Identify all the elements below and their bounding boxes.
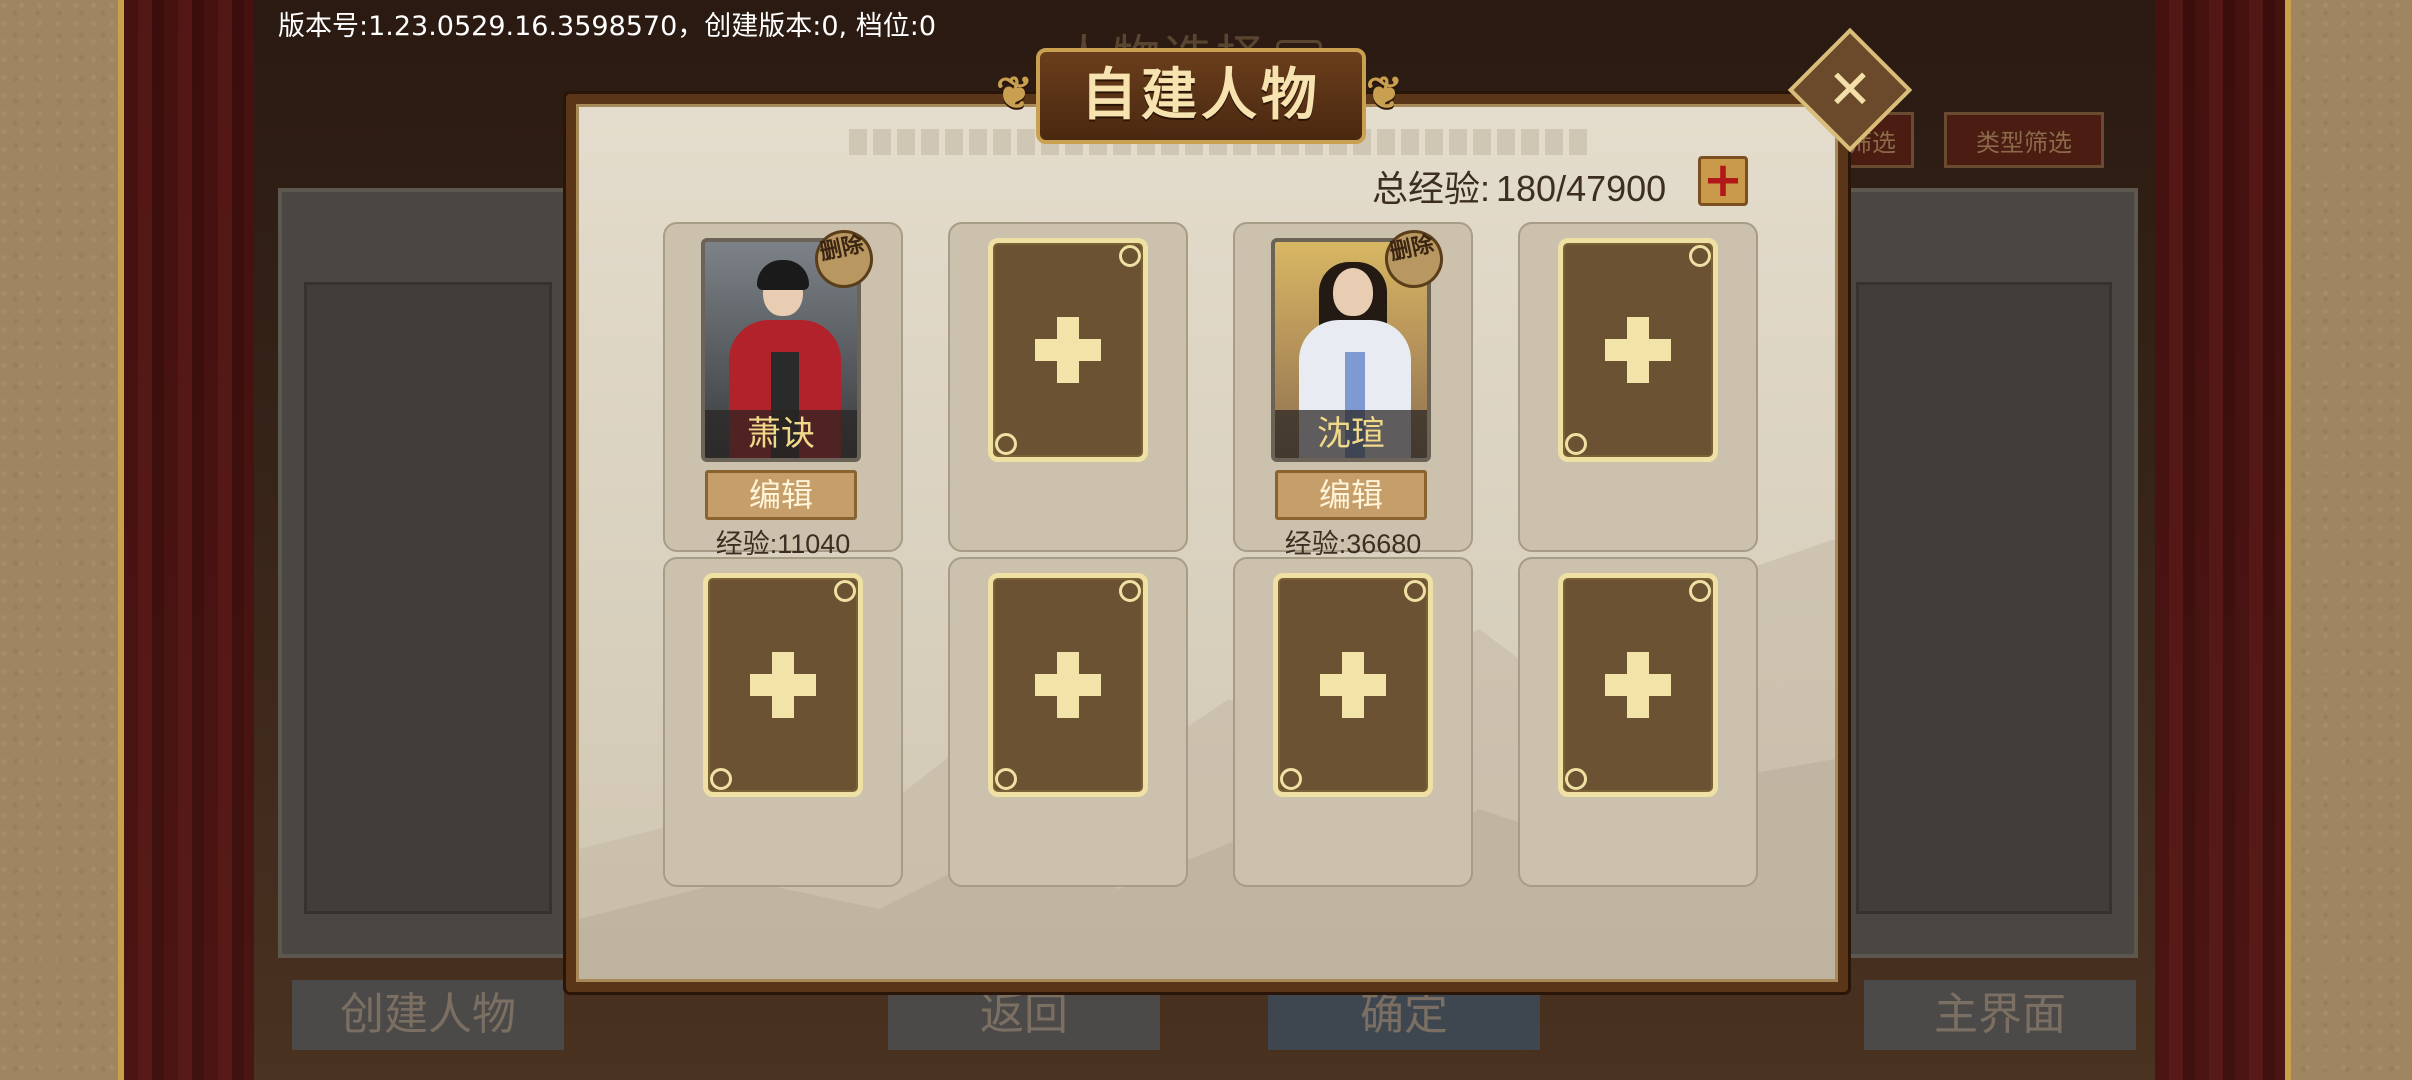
background-panel-right <box>1830 188 2138 958</box>
card-corner-ornament <box>710 768 732 790</box>
version-info: 版本号:1.23.0529.16.3598570，创建版本:0, 档位:0 <box>278 11 936 42</box>
background-panel-right-inner <box>1856 282 2112 914</box>
card-corner-ornament <box>1119 580 1141 602</box>
card-corner-ornament <box>995 768 1017 790</box>
plus-icon <box>1320 652 1386 718</box>
plus-icon <box>750 652 816 718</box>
empty-slot-card[interactable] <box>988 573 1148 797</box>
title-ornament-left: ❦ <box>996 68 1037 119</box>
add-exp-button[interactable]: + <box>1698 156 1748 206</box>
background-type-filter-button: 类型筛选 <box>1944 112 2104 168</box>
curtain-right <box>2155 0 2285 1080</box>
title-ornament-right: ❦ <box>1366 68 1407 119</box>
card-corner-ornament <box>1565 433 1587 455</box>
background-main-menu-button: 主界面 <box>1864 980 2136 1050</box>
background-panel-left-inner <box>304 282 552 914</box>
frame-edge-left <box>118 0 124 1080</box>
empty-slot-card[interactable] <box>703 573 863 797</box>
card-corner-ornament <box>1689 580 1711 602</box>
total-exp-value: 180/47900 <box>1496 168 1667 209</box>
empty-slot-card[interactable] <box>1558 238 1718 462</box>
plus-icon <box>1605 317 1671 383</box>
dialog-title-plate: ❦ 自建人物 ❦ <box>996 48 1403 144</box>
plus-icon <box>1605 652 1671 718</box>
background-panel-left <box>278 188 578 958</box>
character-slot-1: 萧诀 删除 编辑 经验:11040 <box>663 222 903 559</box>
total-exp: 总经验: 180/47900 <box>1372 160 1666 212</box>
frame-edge-right <box>2285 0 2291 1080</box>
dialog-title: 自建人物 <box>1081 62 1321 128</box>
total-exp-label: 总经验: <box>1372 168 1491 209</box>
plus-icon <box>1035 317 1101 383</box>
empty-slot-card[interactable] <box>988 238 1148 462</box>
edit-character-button[interactable]: 编辑 <box>1275 470 1427 520</box>
character-slot-2 <box>948 222 1188 552</box>
card-corner-ornament <box>1280 768 1302 790</box>
character-slot-6 <box>948 557 1188 887</box>
card-corner-ornament <box>1119 245 1141 267</box>
plus-icon <box>1035 652 1101 718</box>
custom-character-dialog: 萧诀 删除 编辑 经验:11040 沈瑄 删除 编辑 经验:36680 <box>566 94 1848 992</box>
character-slot-5 <box>663 557 903 887</box>
close-icon: ✕ <box>1827 58 1873 121</box>
character-exp: 经验:11040 <box>715 529 851 559</box>
portrait-figure-head <box>1333 268 1373 316</box>
portrait-figure-hat <box>757 260 809 290</box>
card-corner-ornament <box>995 433 1017 455</box>
card-corner-ornament <box>1565 768 1587 790</box>
empty-slot-card[interactable] <box>1558 573 1718 797</box>
character-slot-7 <box>1233 557 1473 887</box>
character-name: 萧诀 <box>705 410 857 458</box>
curtain-left <box>124 0 254 1080</box>
edit-character-button[interactable]: 编辑 <box>705 470 857 520</box>
character-slot-4 <box>1518 222 1758 552</box>
background-create-character-button: 创建人物 <box>292 980 564 1050</box>
character-name: 沈瑄 <box>1275 410 1427 458</box>
game-screen: 人物选择? 筛选 类型筛选 创建人物 返回 确定 主界面 版本号:1.23.05… <box>0 0 2412 1080</box>
card-corner-ornament <box>834 580 856 602</box>
character-exp: 经验:36680 <box>1284 529 1422 559</box>
character-slot-3: 沈瑄 删除 编辑 经验:36680 <box>1233 222 1473 559</box>
empty-slot-card[interactable] <box>1273 573 1433 797</box>
plus-icon: + <box>1702 152 1744 208</box>
card-corner-ornament <box>1689 245 1711 267</box>
dialog-parchment: 萧诀 删除 编辑 经验:11040 沈瑄 删除 编辑 经验:36680 <box>576 104 1838 982</box>
card-corner-ornament <box>1404 580 1426 602</box>
character-slot-8 <box>1518 557 1758 887</box>
